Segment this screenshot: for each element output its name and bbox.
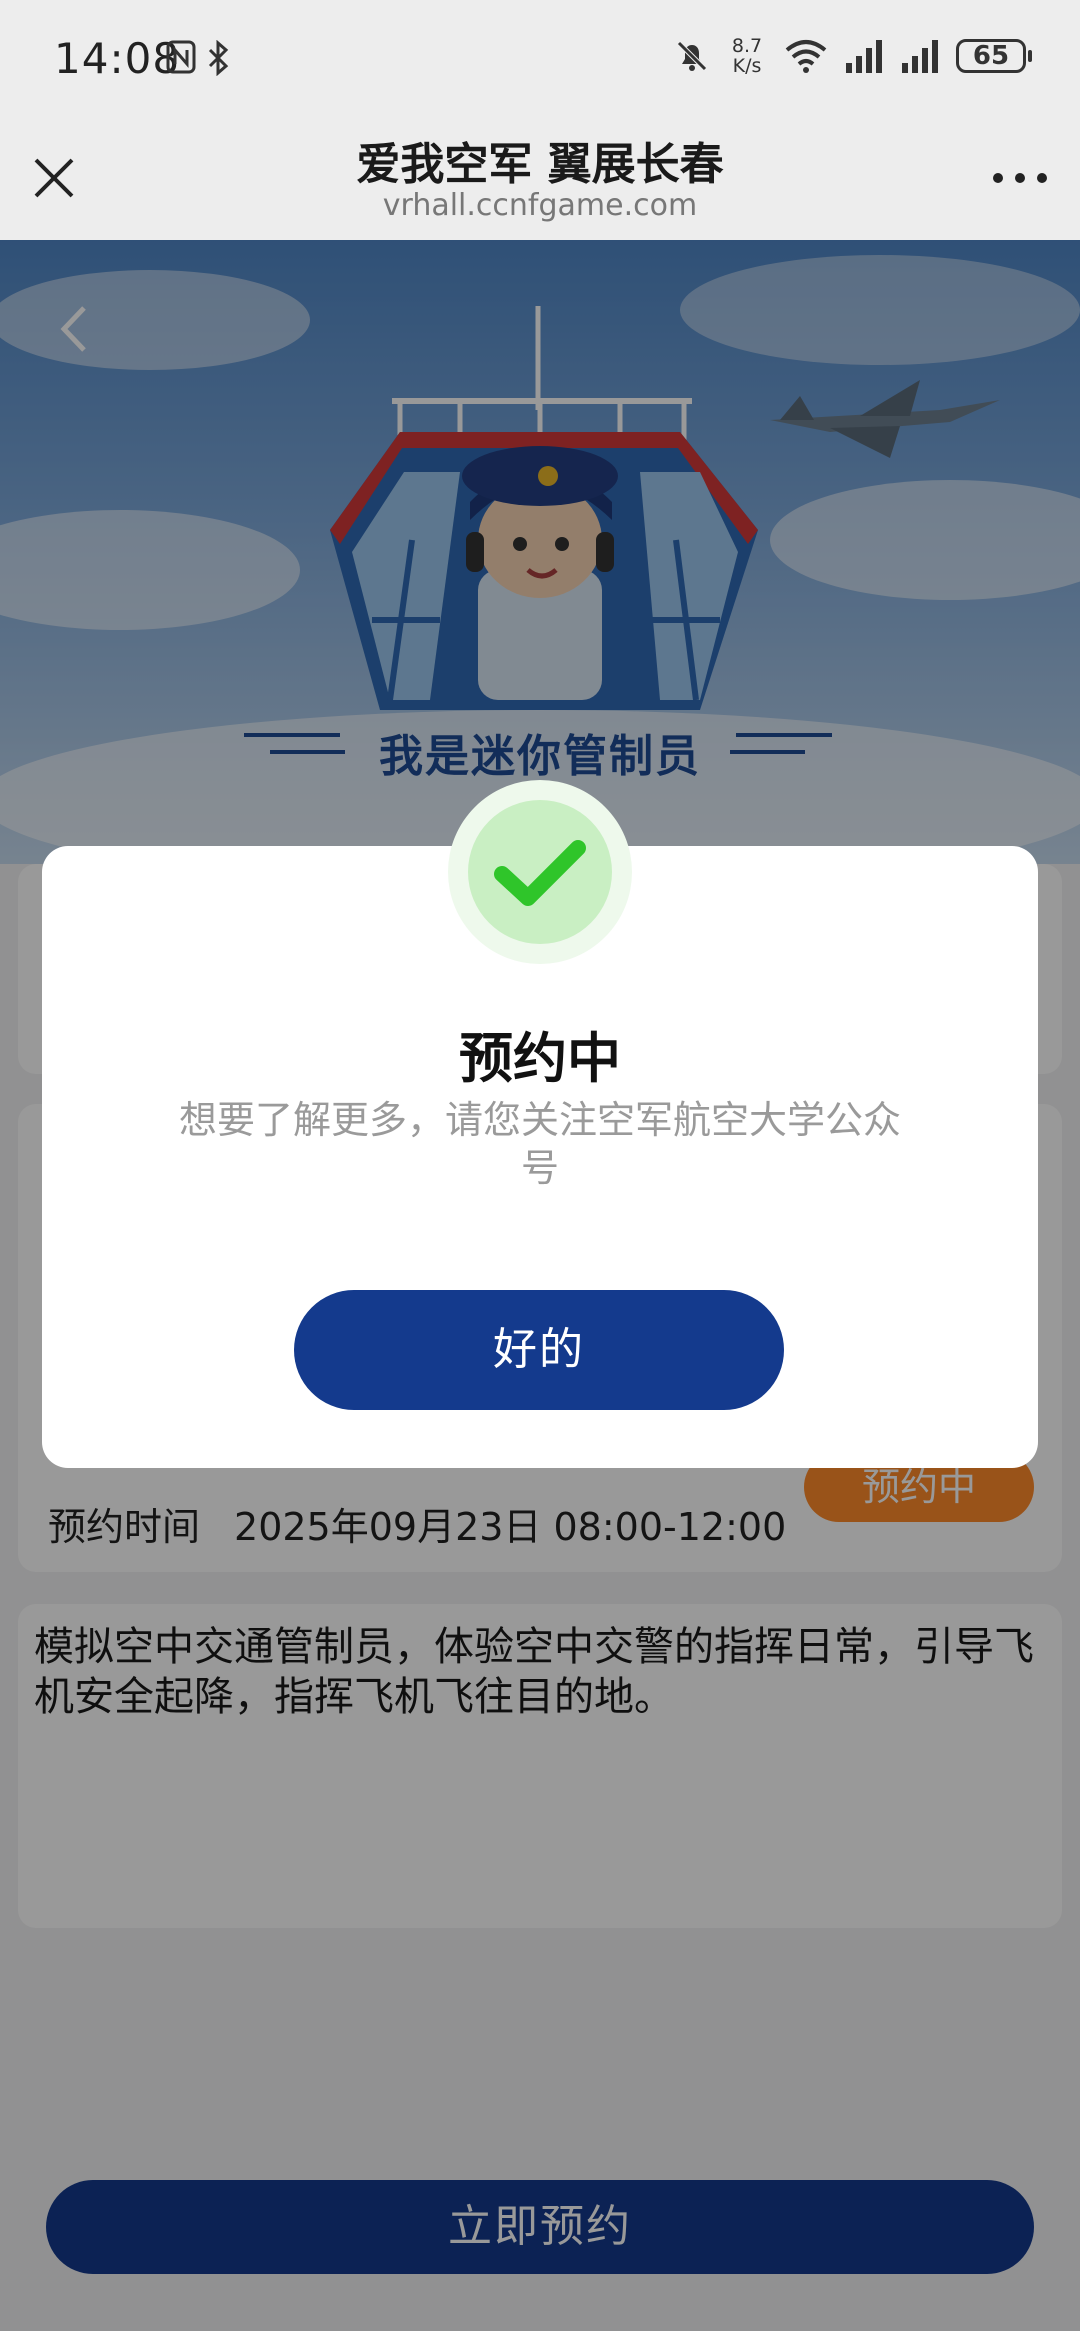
success-badge xyxy=(448,780,632,964)
net-speed: 8.7 K/s xyxy=(726,36,768,76)
checkmark-icon xyxy=(494,840,586,906)
dialog-message: 想要了解更多，请您关注空军航空大学公众号 xyxy=(178,1098,901,1190)
screen: 14:08 8.7 K/s 65 爱我空军 翼展长春 vrhall.ccnfga… xyxy=(0,0,1080,2331)
close-icon[interactable] xyxy=(30,154,78,202)
net-speed-value: 8.7 xyxy=(731,35,763,57)
net-speed-unit: K/s xyxy=(732,55,762,77)
status-bar: 14:08 8.7 K/s 65 xyxy=(0,0,1080,120)
signal-icon-1 xyxy=(846,40,882,73)
page-url: vrhall.ccnfgame.com xyxy=(382,188,698,223)
signal-icon-2 xyxy=(902,40,938,73)
battery-indicator: 65 xyxy=(956,39,1032,73)
mute-bell-icon xyxy=(677,41,707,71)
wifi-icon xyxy=(785,40,827,73)
success-badge-inner xyxy=(468,800,612,944)
browser-nav-bar: 爱我空军 翼展长春 vrhall.ccnfgame.com xyxy=(0,120,1080,240)
bluetooth-icon xyxy=(208,40,229,76)
more-icon[interactable] xyxy=(990,168,1050,188)
status-left-icons xyxy=(166,40,230,76)
nfc-icon xyxy=(166,40,196,74)
page-title: 爱我空军 翼展长春 xyxy=(356,139,724,190)
status-right: 8.7 K/s 65 xyxy=(674,36,1032,76)
status-time: 14:08 xyxy=(54,34,181,83)
dialog-title: 预约中 xyxy=(459,1027,621,1090)
ok-button[interactable]: 好的 xyxy=(294,1290,784,1410)
